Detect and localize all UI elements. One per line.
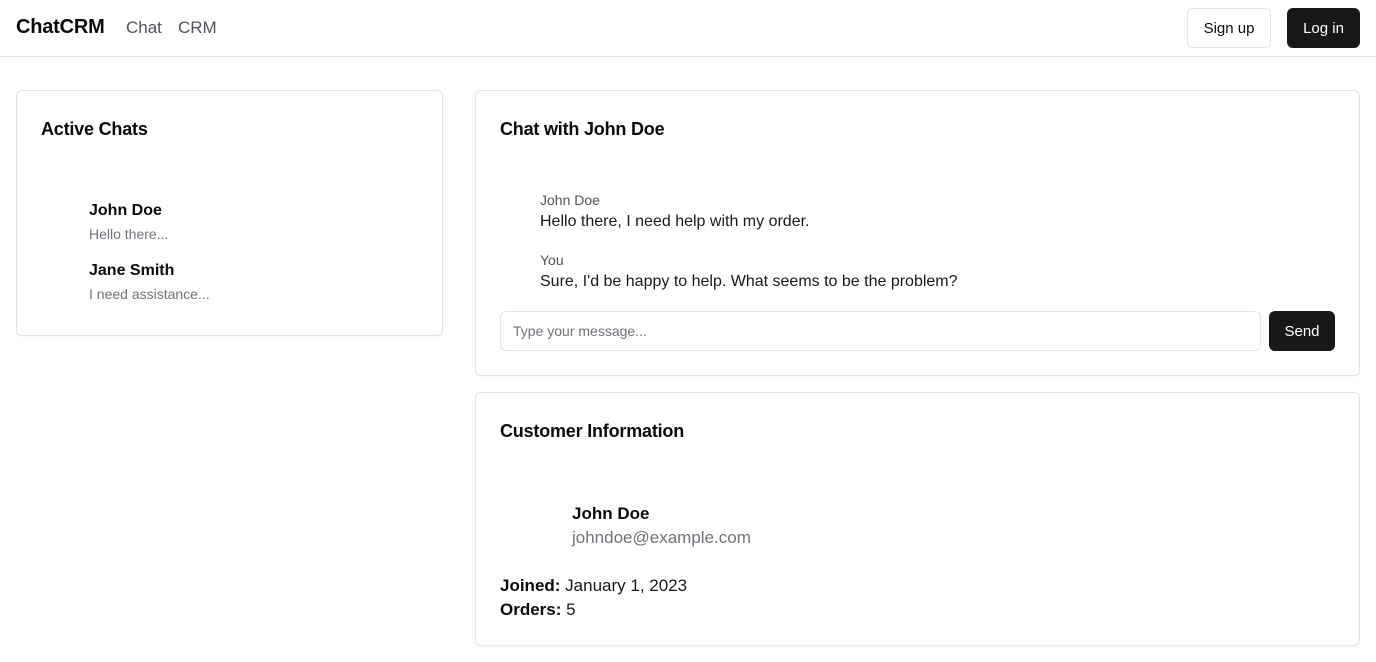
message-text: Hello there, I need help with my order. — [540, 213, 810, 230]
message-sender: John Doe — [540, 192, 600, 208]
active-chats-title: Active Chats — [41, 119, 148, 139]
message-input[interactable] — [500, 311, 1261, 351]
nav-link-chat[interactable]: Chat — [126, 18, 162, 38]
orders-value: 5 — [566, 600, 576, 619]
joined-label: Joined: — [500, 576, 566, 595]
customer-orders: Orders: 5 — [500, 600, 576, 620]
customer-joined: Joined: January 1, 2023 — [500, 576, 687, 596]
conversation-title: Chat with John Doe — [500, 119, 665, 139]
customer-email: johndoe@example.com — [572, 528, 751, 547]
orders-label: Orders: — [500, 600, 567, 619]
avatar — [500, 256, 532, 288]
conversation-card: Chat with John Doe John Doe Hello there,… — [475, 90, 1360, 376]
active-chats-card: Active Chats John Doe Hello there... Jan… — [16, 90, 443, 336]
brand-logo[interactable]: ChatCRM — [16, 16, 105, 39]
signup-button[interactable]: Sign up — [1187, 8, 1271, 48]
customer-name: John Doe — [572, 504, 650, 523]
chat-contact-name: Jane Smith — [89, 262, 175, 279]
avatar — [41, 208, 81, 248]
login-button[interactable]: Log in — [1287, 8, 1360, 48]
avatar — [500, 503, 564, 567]
avatar — [500, 196, 532, 228]
chat-message: John Doe Hello there, I need help with m… — [500, 192, 1320, 242]
customer-info-title: Customer Information — [500, 421, 685, 441]
send-button[interactable]: Send — [1269, 311, 1335, 351]
chat-list-item[interactable]: John Doe Hello there... — [41, 202, 421, 252]
chat-contact-name: John Doe — [89, 202, 162, 219]
avatar — [41, 268, 81, 308]
chat-message: You Sure, I'd be happy to help. What see… — [500, 252, 1320, 302]
nav-link-crm[interactable]: CRM — [178, 18, 217, 38]
chat-list-item[interactable]: Jane Smith I need assistance... — [41, 262, 421, 312]
chat-message-preview: I need assistance... — [89, 286, 210, 302]
message-sender: You — [540, 252, 564, 268]
message-text: Sure, I'd be happy to help. What seems t… — [540, 273, 958, 290]
chat-message-preview: Hello there... — [89, 226, 169, 242]
top-navbar: ChatCRM Chat CRM Sign up Log in — [0, 0, 1376, 57]
joined-value: January 1, 2023 — [565, 576, 688, 595]
customer-info-card: Customer Information John Doe johndoe@ex… — [475, 392, 1360, 646]
